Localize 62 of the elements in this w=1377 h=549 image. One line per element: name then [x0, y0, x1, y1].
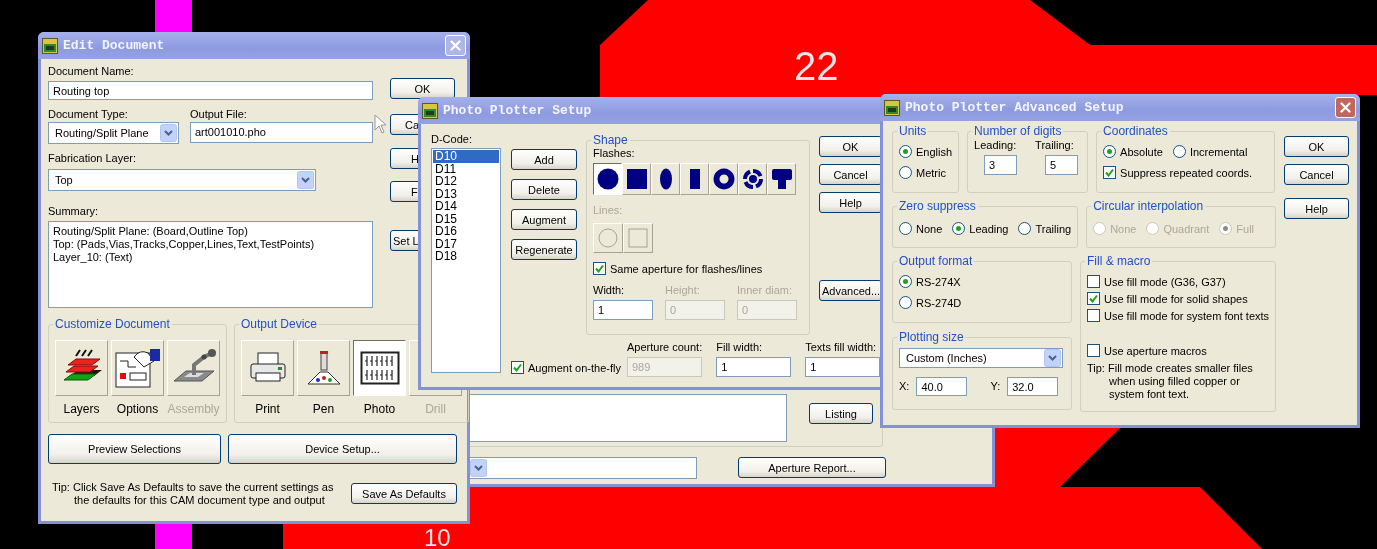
option-label: Augment on-the-fly — [528, 361, 621, 374]
field-label: Aperture count: — [627, 341, 703, 354]
field-label: Summary: — [48, 205, 100, 218]
option-label: Suppress repeated coords. — [1120, 166, 1253, 179]
field-label: Flashes: — [593, 147, 636, 160]
field-label: Document Type: — [48, 108, 129, 121]
field-label: Width: — [593, 284, 626, 297]
field-label: Fabrication Layer: — [48, 152, 138, 165]
option-label: Quadrant — [1163, 222, 1210, 235]
option-label: Absolute — [1120, 145, 1163, 158]
group-title: Coordinates — [1102, 124, 1169, 138]
option-label: Use fill mode for system font texts — [1104, 309, 1270, 322]
option-label: Trailing — [1035, 222, 1072, 235]
group-title: Shape — [592, 133, 629, 147]
button-label: Layers — [63, 402, 100, 416]
window-title: Photo Plotter Setup — [443, 103, 592, 118]
group-title: Circular interpolation — [1092, 199, 1205, 213]
field-label: Trailing: — [1035, 139, 1075, 152]
option-label: Metric — [916, 166, 946, 179]
field-label: Height: — [665, 284, 701, 297]
option-label: Incremental — [1189, 145, 1248, 158]
pad-number-label: 10 — [424, 524, 451, 549]
tip-text: Tip: Fill mode creates smaller files when using filled copper or system font text. — [1087, 362, 1254, 401]
group-title: Customize Document — [54, 317, 171, 331]
field-label: Output File: — [190, 108, 248, 121]
button-label: Options — [116, 402, 159, 416]
window-title: Edit Document — [63, 38, 165, 53]
button-label: Print — [255, 402, 280, 416]
option-label: Use fill mode (G36, G37) — [1104, 275, 1226, 288]
option-label: None — [916, 222, 943, 235]
option-label: English — [916, 145, 953, 158]
option-label: Leading — [969, 222, 1009, 235]
field-label: Y: — [990, 380, 1001, 393]
field-label: D-Code: — [431, 133, 473, 146]
option-label: RS-274X — [916, 275, 961, 288]
field-label: Document Name: — [48, 65, 135, 78]
field-label: X: — [899, 380, 910, 393]
button-label: Drill — [425, 402, 446, 416]
group-title: Number of digits — [973, 124, 1063, 138]
option-label: Use aperture macros — [1104, 344, 1207, 357]
button-label: Pen — [312, 402, 335, 416]
button-label: Photo — [363, 402, 396, 416]
group-title: Units — [898, 124, 928, 138]
field-label: Fill width: — [716, 341, 764, 354]
field-label: Leading: — [974, 139, 1018, 152]
group-title: Zero suppress — [898, 199, 977, 213]
group-title: Plotting size — [898, 330, 965, 344]
button-label: Assembly — [167, 402, 220, 416]
group-title: Fill & macro — [1086, 254, 1152, 268]
option-label: None — [1110, 222, 1137, 235]
window-title: Photo Plotter Advanced Setup — [905, 100, 1124, 115]
option-label: Use fill mode for solid shapes — [1104, 292, 1248, 305]
field-label: Inner diam: — [737, 284, 794, 297]
group-title: Output Device — [240, 317, 319, 331]
field-label: Texts fill width: — [805, 341, 878, 354]
option-label: RS-274D — [916, 296, 962, 309]
pad-number-label: 22 — [794, 44, 839, 88]
tip-text: Tip: Click Save As Defaults to save the current settings as the defaults for this CAM document type and output — [52, 481, 334, 507]
option-label: Same aperture for flashes/lines — [610, 262, 763, 275]
field-label: Lines: — [593, 204, 624, 217]
group-title: Output format — [898, 254, 974, 268]
option-label: Full — [1236, 222, 1255, 235]
